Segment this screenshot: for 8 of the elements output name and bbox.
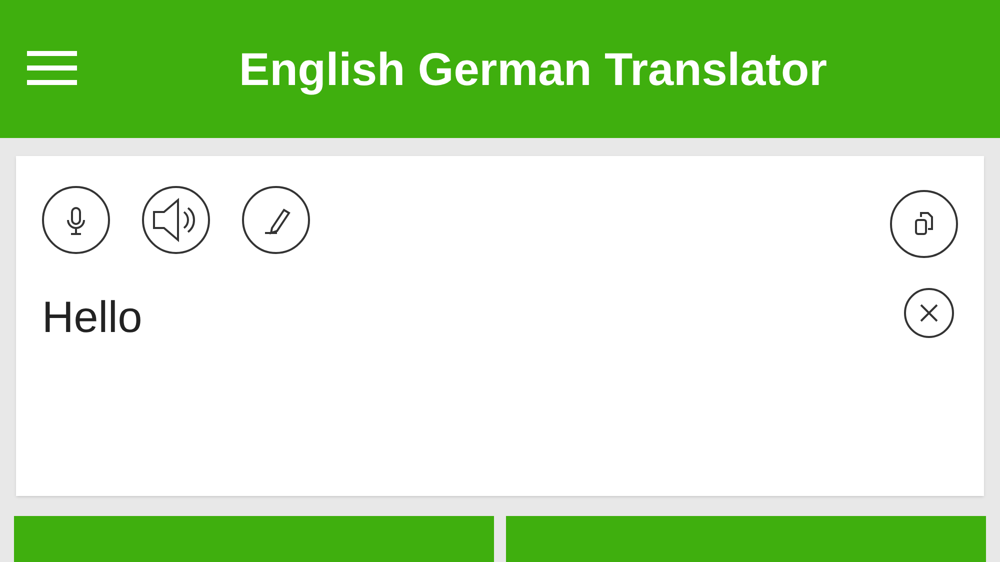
microphone-icon[interactable] xyxy=(42,186,110,254)
clear-icon[interactable] xyxy=(904,288,954,338)
menu-icon[interactable] xyxy=(27,50,77,86)
input-field[interactable]: Hello xyxy=(42,296,958,340)
pencil-icon[interactable] xyxy=(242,186,310,254)
app-title: English German Translator xyxy=(239,42,827,97)
copy-icon[interactable] xyxy=(890,190,958,258)
speaker-icon[interactable] xyxy=(142,186,210,254)
